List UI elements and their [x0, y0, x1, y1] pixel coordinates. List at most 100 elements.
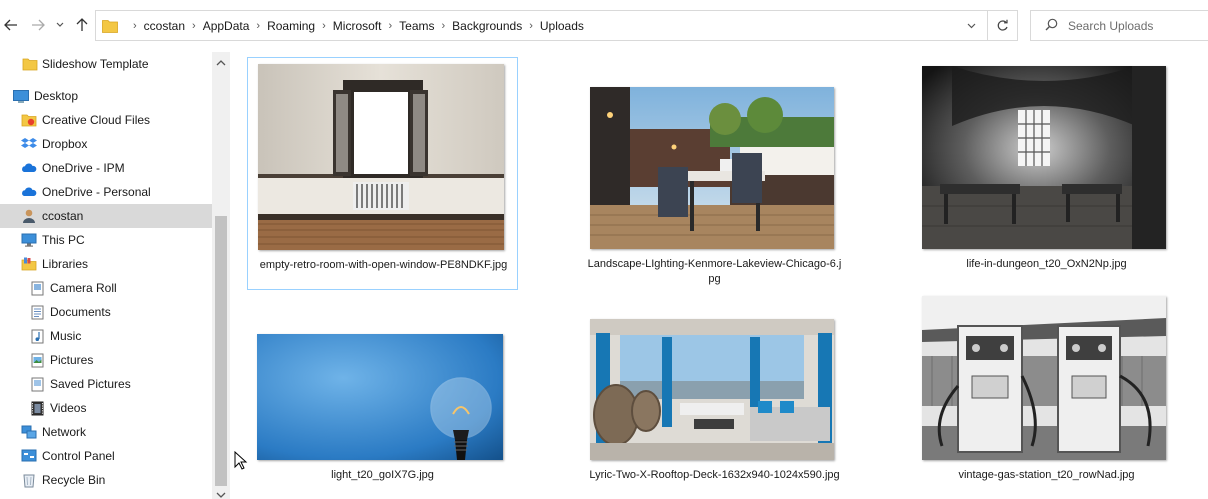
breadcrumb-label: ccostan	[143, 18, 186, 33]
sidebar-scrollbar[interactable]	[212, 52, 230, 499]
file-view: empty-retro-room-with-open-window-PE8NDK…	[230, 52, 1208, 499]
sidebar-item-label: This PC	[42, 233, 85, 247]
search-placeholder: Search Uploads	[1068, 18, 1154, 33]
file-name: Landscape-LIghting-Kenmore-Lakeview-Chic…	[587, 258, 842, 285]
breadcrumb-label: Backgrounds	[452, 18, 523, 33]
breadcrumb-item[interactable]: Uploads	[540, 11, 584, 40]
file-name: vintage-gas-station_t20_rowNad.jpg	[958, 469, 1135, 481]
chevron-down-icon[interactable]	[51, 12, 69, 38]
sidebar-item-documents[interactable]: Documents	[0, 300, 212, 324]
file-name: empty-retro-room-with-open-window-PE8NDK…	[259, 259, 508, 271]
search-icon	[1045, 18, 1058, 34]
address-history-chevron-icon[interactable]	[959, 11, 983, 40]
desktop-icon	[13, 88, 29, 104]
sidebar-item-libraries[interactable]: Libraries	[0, 252, 212, 276]
thumbnail-image	[590, 319, 834, 460]
file-tile[interactable]: life-in-dungeon_t20_OxN2Np.jpg	[911, 57, 1182, 290]
scrollbar-thumb[interactable]	[215, 216, 227, 486]
breadcrumb[interactable]: › ccostan › AppData › Roaming › Microsoft › …	[95, 10, 1018, 41]
sidebar-item-label: Libraries	[42, 257, 89, 271]
breadcrumb-label: Roaming	[267, 18, 316, 33]
back-arrow-icon[interactable]	[0, 12, 22, 38]
sidebar-item-saved-pictures[interactable]: Saved Pictures	[0, 372, 212, 396]
sidebar-item-label: Saved Pictures	[50, 377, 131, 391]
sidebar-item-label: Slideshow Template	[42, 57, 149, 71]
network-icon	[21, 424, 37, 440]
thumbnail-image	[922, 66, 1166, 249]
breadcrumb-item[interactable]: Roaming ›	[267, 11, 333, 40]
control-panel-icon	[21, 448, 37, 464]
sidebar-item-label: OneDrive - Personal	[42, 185, 151, 199]
file-tile[interactable]: empty-retro-room-with-open-window-PE8NDK…	[247, 57, 518, 290]
user-icon	[21, 208, 37, 224]
sidebar-item-control-panel[interactable]: Control Panel	[0, 444, 212, 468]
sidebar-item-label: Camera Roll	[50, 281, 117, 295]
sidebar-item-label: Documents	[50, 305, 111, 319]
address-bar-area: › ccostan › AppData › Roaming › Microsoft › …	[0, 0, 1208, 52]
pc-icon	[21, 232, 37, 248]
file-name: Lyric-Two-X-Rooftop-Deck-1632x940-1024x5…	[589, 469, 840, 481]
sidebar-item-desktop[interactable]: Desktop	[0, 84, 212, 108]
sidebar-item-label: OneDrive - IPM	[42, 161, 125, 175]
file-tile[interactable]: light_t20_goIX7G.jpg	[247, 292, 518, 499]
sidebar-item-onedrive-ipm[interactable]: OneDrive - IPM	[0, 156, 212, 180]
breadcrumb-separator[interactable]: ›	[126, 11, 144, 40]
onedrive-icon	[21, 160, 37, 176]
file-tile[interactable]: Lyric-Two-X-Rooftop-Deck-1632x940-1024x5…	[579, 292, 850, 499]
sidebar-item-this-pc[interactable]: This PC	[0, 228, 212, 252]
sidebar-item-pictures[interactable]: Pictures	[0, 348, 212, 372]
library-folder-icon	[30, 280, 46, 296]
sidebar-item-creative-cloud-files[interactable]: Creative Cloud Files	[0, 108, 212, 132]
breadcrumb-item[interactable]: Microsoft ›	[333, 11, 399, 40]
folder-icon	[102, 19, 118, 33]
sidebar-item-label: ccostan	[42, 209, 84, 223]
sidebar-item-music[interactable]: Music	[0, 324, 212, 348]
scroll-up-arrow-icon[interactable]	[216, 56, 226, 66]
breadcrumb-item[interactable]: Teams ›	[399, 11, 452, 40]
pictures-icon	[30, 352, 46, 368]
refresh-icon[interactable]	[987, 11, 1017, 40]
sidebar-item-camera-roll[interactable]: Camera Roll	[0, 276, 212, 300]
onedrive-icon	[21, 184, 37, 200]
breadcrumb-item[interactable]: ccostan ›	[144, 11, 203, 40]
sidebar-item-network[interactable]: Network	[0, 420, 212, 444]
breadcrumb-item[interactable]: Backgrounds ›	[452, 11, 540, 40]
sidebar-item-label: Videos	[50, 401, 87, 415]
thumbnail-image	[258, 64, 504, 250]
sidebar-item-label: Control Panel	[42, 449, 115, 463]
sidebar-item-dropbox[interactable]: Dropbox	[0, 132, 212, 156]
breadcrumb-label: Teams	[399, 18, 435, 33]
sidebar-item-label: Pictures	[50, 353, 94, 367]
up-arrow-icon[interactable]	[71, 12, 93, 38]
thumbnail-image	[257, 334, 503, 460]
mouse-cursor-icon	[234, 450, 248, 474]
breadcrumb-label: Microsoft	[332, 18, 382, 33]
file-name: life-in-dungeon_t20_OxN2Np.jpg	[966, 258, 1127, 270]
sidebar-item-recycle-bin[interactable]: Recycle Bin	[0, 468, 212, 492]
file-tile[interactable]: vintage-gas-station_t20_rowNad.jpg	[911, 292, 1182, 499]
libraries-icon	[21, 256, 37, 272]
sidebar-item-onedrive-personal[interactable]: OneDrive - Personal	[0, 180, 212, 204]
creative-cloud-folder-icon	[21, 112, 37, 128]
sidebar-item-videos[interactable]: Videos	[0, 396, 212, 420]
sidebar-item-slideshow-template[interactable]: Slideshow Template	[0, 52, 212, 76]
breadcrumb-item[interactable]: AppData ›	[203, 11, 267, 40]
file-tile[interactable]: Landscape-LIghting-Kenmore-Lakeview-Chic…	[579, 57, 850, 290]
folder-icon	[22, 56, 38, 72]
thumbnail-image	[590, 87, 834, 249]
breadcrumb-label: AppData	[202, 18, 250, 33]
scroll-down-arrow-icon[interactable]	[216, 488, 226, 498]
file-name: light_t20_goIX7G.jpg	[331, 469, 434, 481]
dropbox-icon	[21, 136, 37, 152]
search-input[interactable]: Search Uploads	[1030, 10, 1208, 41]
forward-arrow-icon[interactable]	[27, 12, 49, 38]
navigation-pane: Slideshow Template Desktop Creative Clou…	[0, 52, 230, 499]
recycle-bin-icon	[21, 472, 37, 488]
breadcrumb-label: Uploads	[539, 18, 584, 33]
sidebar-item-label: Creative Cloud Files	[42, 113, 151, 127]
sidebar-item-label: Recycle Bin	[42, 473, 106, 487]
documents-icon	[30, 304, 46, 320]
library-folder-icon	[30, 376, 46, 392]
sidebar-item-ccostan[interactable]: ccostan	[0, 204, 212, 228]
sidebar-item-label: Music	[50, 329, 82, 343]
